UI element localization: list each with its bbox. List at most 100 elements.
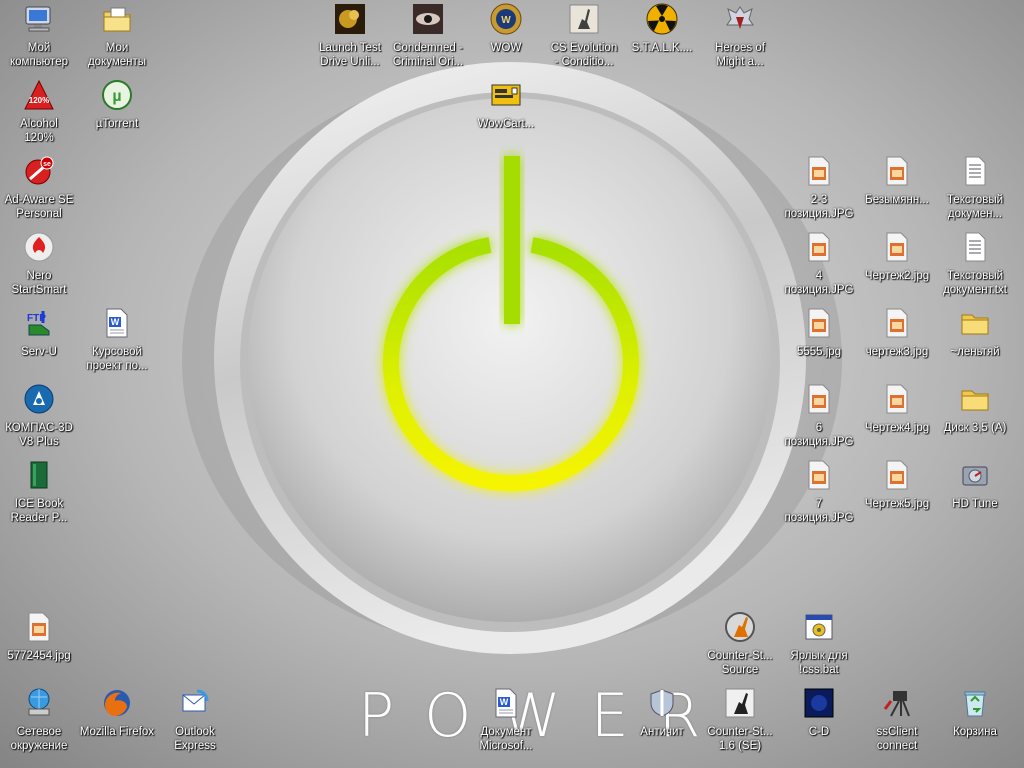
outlook-express-icon-shortcut[interactable]: Outlook Express: [156, 686, 234, 760]
bezymyanny-icon-shortcut[interactable]: Безымянн...: [858, 154, 936, 228]
hdtune-icon-shortcut[interactable]: HD Tune: [936, 458, 1014, 532]
jpg-image-icon: [22, 610, 56, 644]
svg-text:W: W: [501, 15, 511, 26]
chertezh2-icon-shortcut[interactable]: Чертеж2.jpg: [858, 230, 936, 304]
disk-a-folder-icon-shortcut[interactable]: Диск 3,5 (A): [936, 382, 1014, 456]
chertezh4-icon-shortcut[interactable]: Чертеж4.jpg: [858, 382, 936, 456]
alcohol-icon: 120%: [22, 78, 56, 112]
css-bat-icon-shortcut[interactable]: Ярлык для !css.bat: [780, 610, 858, 684]
icebook-icon: [22, 458, 56, 492]
anticheat-shield-icon: [645, 686, 679, 720]
jpg-image-icon: [880, 230, 914, 264]
my-computer-icon: [22, 2, 56, 36]
stalker-icon: [645, 2, 679, 36]
wow-icon: W: [489, 2, 523, 36]
svg-text:W: W: [111, 317, 120, 327]
jpg-image-icon: [802, 458, 836, 492]
icebook-icon-shortcut[interactable]: ICE Book Reader P...: [0, 458, 78, 532]
stalker-icon-shortcut[interactable]: S.T.A.L.K....: [623, 2, 701, 76]
cs-source-icon-shortcut[interactable]: Counter-St... Source: [701, 610, 779, 684]
heroes-icon: [723, 2, 757, 36]
recycle-bin-icon-shortcut[interactable]: Корзина: [936, 686, 1014, 760]
text-doc-icon-shortcut[interactable]: Текстовый докумен...: [936, 154, 1014, 228]
firefox-icon-shortcut[interactable]: Mozilla Firefox: [78, 686, 156, 760]
icon-label: S.T.A.L.K....: [631, 42, 693, 54]
word-doc-icon: W: [489, 686, 523, 720]
adaware-icon: se: [22, 154, 56, 188]
lentyay-folder-icon-shortcut[interactable]: ~леньтяй: [936, 306, 1014, 380]
condemned-icon-shortcut[interactable]: Condemned - Criminal Ori...: [389, 2, 467, 76]
icon-label: 2-3 позиция.JPG: [784, 194, 854, 220]
icon-label: Документ Microsof...: [479, 726, 533, 752]
wowcart-icon-shortcut[interactable]: WowCart...: [467, 78, 545, 152]
cs16-icon-shortcut[interactable]: Counter-St... 1.6 (SE): [701, 686, 779, 760]
jpg-image-icon: [880, 382, 914, 416]
icon-label: Текстовый документ.txt: [943, 270, 1007, 296]
jpg-2-3-icon-shortcut[interactable]: 2-3 позиция.JPG: [780, 154, 858, 228]
folder-icon: [958, 382, 992, 416]
icon-label: Nero StartSmart: [11, 270, 67, 296]
jpg-6-icon-shortcut[interactable]: 6 позиция.JPG: [780, 382, 858, 456]
kompas-icon-shortcut[interactable]: КОМПАС-3D V8 Plus: [0, 382, 78, 456]
icon-label: КОМПАС-3D V8 Plus: [5, 422, 73, 448]
kursovoy-doc-icon-shortcut[interactable]: W Курсовой проект по...: [78, 306, 156, 380]
jpg-image-icon: [880, 154, 914, 188]
text-doc-txt-icon-shortcut[interactable]: Текстовый документ.txt: [936, 230, 1014, 304]
test-drive-icon-shortcut[interactable]: Launch Test Drive Unli...: [311, 2, 389, 76]
icon-label: Диск 3,5 (A): [943, 422, 1007, 434]
icon-label: Безымянн...: [865, 194, 929, 206]
jpg-5772454-icon-shortcut[interactable]: 5772454.jpg: [0, 610, 78, 684]
jpg-image-icon: [802, 154, 836, 188]
jpg-7-icon-shortcut[interactable]: 7 позиция.JPG: [780, 458, 858, 532]
jpg-image-icon: [802, 230, 836, 264]
icon-label: ~леньтяй: [950, 346, 1000, 358]
my-computer-icon-shortcut[interactable]: Мой компьютер: [0, 2, 78, 76]
txt-file-icon: [958, 154, 992, 188]
cs-evolution-icon-shortcut[interactable]: CS Evolution - Conditio...: [545, 2, 623, 76]
svg-text:W: W: [500, 697, 509, 707]
svg-text:se: se: [43, 161, 51, 168]
jpg-image-icon: [802, 382, 836, 416]
cs-source-icon: [723, 610, 757, 644]
icon-label: Мой компьютер: [10, 42, 68, 68]
my-documents-icon-shortcut[interactable]: Мои документы: [78, 2, 156, 76]
icon-label: Ярлык для !css.bat: [790, 650, 848, 676]
wow-icon-shortcut[interactable]: W WOW: [467, 2, 545, 76]
chertezh3-icon-shortcut[interactable]: чертеж3.jpg: [858, 306, 936, 380]
word-document-icon-shortcut[interactable]: W Документ Microsof...: [467, 686, 545, 760]
recycle-bin-icon: [958, 686, 992, 720]
icon-label: Курсовой проект по...: [86, 346, 148, 372]
servu-icon-shortcut[interactable]: FTP Serv-U: [0, 306, 78, 380]
alcohol-icon-shortcut[interactable]: 120% Alcohol 120%: [0, 78, 78, 152]
network-places-icon-shortcut[interactable]: Сетевое окружение: [0, 686, 78, 760]
icon-label: Mozilla Firefox: [79, 726, 155, 738]
cd-icon-shortcut[interactable]: C-D: [780, 686, 858, 760]
icon-label: 5772454.jpg: [7, 650, 71, 662]
jpg-5555-icon-shortcut[interactable]: 5555.jpg: [780, 306, 858, 380]
cd-icon: [802, 686, 836, 720]
icon-label: Чертеж2.jpg: [864, 270, 930, 282]
icon-label: Serv-U: [21, 346, 57, 358]
ssclient-icon-shortcut[interactable]: ssClient connect: [858, 686, 936, 760]
anticheat-icon-shortcut[interactable]: Античит: [623, 686, 701, 760]
heroes-icon-shortcut[interactable]: Heroes of Might a...: [701, 2, 779, 76]
servu-icon: FTP: [22, 306, 56, 340]
icon-label: Мои документы: [87, 42, 147, 68]
jpg-image-icon: [880, 306, 914, 340]
jpg-4-icon-shortcut[interactable]: 4 позиция.JPG: [780, 230, 858, 304]
my-documents-icon: [100, 2, 134, 36]
icon-label: Launch Test Drive Unli...: [319, 42, 381, 68]
kompas-icon: [22, 382, 56, 416]
nero-icon-shortcut[interactable]: Nero StartSmart: [0, 230, 78, 304]
adaware-icon-shortcut[interactable]: se Ad-Aware SE Personal: [0, 154, 78, 228]
chertezh5-icon-shortcut[interactable]: Чертеж5.jpg: [858, 458, 936, 532]
icon-label: Counter-St... Source: [707, 650, 773, 676]
icon-label: CS Evolution - Conditio...: [550, 42, 618, 68]
icon-label: Ad-Aware SE Personal: [4, 194, 74, 220]
ssclient-icon: [880, 686, 914, 720]
svg-text:120%: 120%: [29, 96, 49, 105]
outlook-express-icon: [178, 686, 212, 720]
utorrent-icon-shortcut[interactable]: µ µTorrent: [78, 78, 156, 152]
icon-label: Чертеж5.jpg: [864, 498, 930, 510]
icon-label: Heroes of Might a...: [715, 42, 765, 68]
